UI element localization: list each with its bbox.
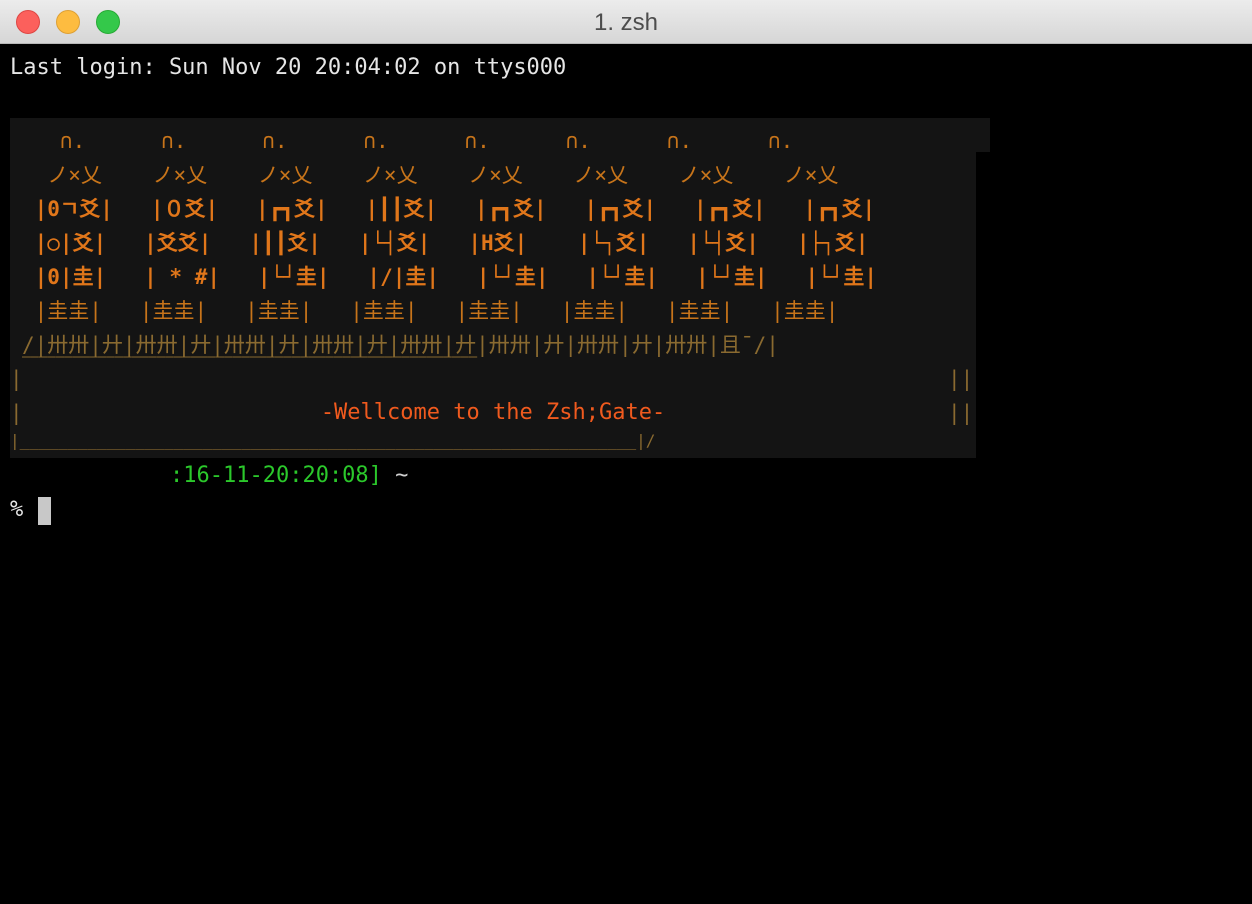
- banner-right-side-2: ||: [948, 401, 974, 425]
- banner-bottom-rule: |_______________________________________…: [10, 431, 656, 450]
- banner-row: |圭圭| |圭圭| |圭圭| |圭圭| |圭圭| |圭圭| |圭圭| |圭圭|: [22, 299, 839, 323]
- terminal-window: 1. zsh Last login: Sun Nov 20 20:04:02 o…: [0, 0, 1252, 904]
- banner-right-side: ||: [948, 367, 974, 391]
- text-cursor[interactable]: [38, 497, 51, 525]
- banner-top-rule: ————————————————————————————————————————…: [22, 349, 478, 365]
- banner-left-side: |: [10, 367, 23, 391]
- prompt-line: :16-11-20:20:08] ~: [10, 459, 408, 493]
- prompt-symbol: %: [10, 497, 24, 522]
- ascii-banner: ∩. ∩. ∩. ∩. ∩. ∩. ∩. ∩. ノ×乂 ノ×乂 ノ×乂 ノ×乂 …: [10, 118, 976, 458]
- banner-row: |0|圭| | * #| |└┘圭| |/|圭| |└┘圭| |└┘圭| |└┘…: [22, 265, 878, 289]
- banner-row: ∩. ∩. ∩. ∩. ∩. ∩. ∩. ∩.: [22, 129, 794, 153]
- title-bar[interactable]: 1. zsh: [0, 0, 1252, 44]
- prompt-cwd: ~: [395, 463, 409, 488]
- prompt-timestamp: :16-11-20:20:08]: [170, 463, 382, 488]
- terminal-content[interactable]: Last login: Sun Nov 20 20:04:02 on ttys0…: [0, 45, 1252, 904]
- window-title: 1. zsh: [593, 9, 659, 36]
- banner-row: |○|爻| |爻爻| |┃┃爻| |└┤爻| |H爻| |└┐爻| |└┤爻| …: [22, 231, 869, 255]
- last-login-line: Last login: Sun Nov 20 20:04:02 on ttys0…: [10, 55, 567, 80]
- banner-notch: [976, 118, 990, 152]
- banner-row: |0ㄱ爻| |０爻| |┏┓爻| |┃┃爻| |┏┓爻| |┏┓爻| |┏┓爻|…: [22, 197, 876, 221]
- banner-row: ノ×乂 ノ×乂 ノ×乂 ノ×乂 ノ×乂 ノ×乂 ノ×乂 ノ×乂: [22, 163, 839, 187]
